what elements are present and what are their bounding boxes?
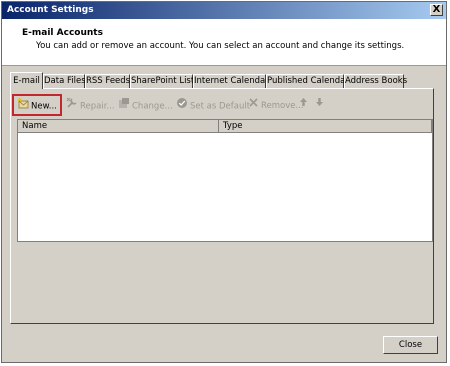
change-button-label: Change... xyxy=(132,101,173,112)
header-description: You can add or remove an account. You ca… xyxy=(36,41,405,51)
window-close-button[interactable]: X xyxy=(430,4,443,16)
remove-button-label: Remove... xyxy=(261,101,304,111)
column-header-name[interactable]: Name xyxy=(18,120,219,132)
tab-email[interactable]: E-mail xyxy=(10,72,43,89)
tab-data-files[interactable]: Data Files xyxy=(43,74,86,88)
tab-published-calendars[interactable]: Published Calendars xyxy=(266,74,353,88)
arrow-up-icon xyxy=(299,97,308,113)
window-title: Account Settings xyxy=(7,5,94,15)
wrench-icon xyxy=(66,97,78,115)
move-down-button[interactable] xyxy=(315,97,326,113)
repair-button[interactable]: Repair... xyxy=(66,97,115,113)
change-icon xyxy=(118,97,130,115)
repair-button-label: Repair... xyxy=(80,101,115,112)
new-button-label: New... xyxy=(31,101,57,112)
tab-rss-feeds[interactable]: RSS Feeds xyxy=(85,74,130,88)
list-header: Name Type xyxy=(18,120,432,133)
tab-sharepoint-lists[interactable]: SharePoint Lists xyxy=(130,74,199,88)
close-button[interactable]: Close xyxy=(383,336,438,354)
new-account-icon xyxy=(17,97,29,115)
new-button[interactable]: New... xyxy=(17,97,57,113)
title-bar[interactable]: Account Settings X xyxy=(2,2,446,19)
header-title: E-mail Accounts xyxy=(22,28,103,38)
tab-address-books[interactable]: Address Books xyxy=(344,74,407,88)
accounts-list[interactable]: Name Type xyxy=(17,119,433,242)
tab-internet-calendars[interactable]: Internet Calendars xyxy=(193,74,273,88)
move-up-button[interactable] xyxy=(299,97,310,113)
set-default-button[interactable]: Set as Default xyxy=(176,97,250,113)
remove-x-icon xyxy=(248,97,259,114)
remove-button[interactable]: Remove... xyxy=(248,97,304,113)
checkmark-circle-icon xyxy=(176,97,188,115)
header-panel: E-mail Accounts You can add or remove an… xyxy=(2,19,446,66)
set-default-button-label: Set as Default xyxy=(190,101,251,112)
arrow-down-icon xyxy=(315,97,324,113)
change-button[interactable]: Change... xyxy=(118,97,173,113)
column-header-type[interactable]: Type xyxy=(219,120,432,132)
